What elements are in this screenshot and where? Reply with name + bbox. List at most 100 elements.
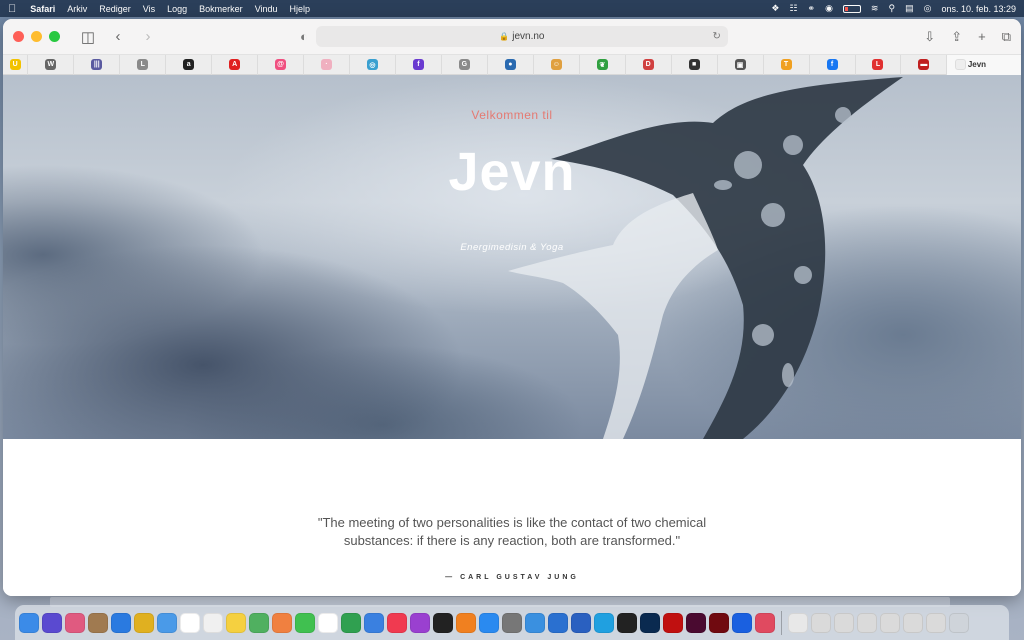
- reminders-icon[interactable]: [203, 612, 223, 633]
- menu-logg[interactable]: Logg: [167, 4, 187, 14]
- favorite-square[interactable]: ■: [672, 54, 718, 75]
- search-icon[interactable]: ⚲: [888, 3, 895, 14]
- tab-overview-icon[interactable]: ⧉: [1002, 29, 1011, 45]
- appstore-icon[interactable]: [479, 612, 499, 633]
- favorite-dhl[interactable]: D: [626, 54, 672, 75]
- favorite-u[interactable]: U: [3, 54, 29, 75]
- active-tab[interactable]: Jevn: [947, 54, 1021, 75]
- favorite-red-square[interactable]: ▬: [901, 54, 948, 75]
- favorite-pink[interactable]: ·: [304, 54, 351, 75]
- maps-icon[interactable]: [249, 612, 269, 633]
- trash-icon[interactable]: [949, 612, 969, 633]
- airdrop-menu-icon[interactable]: ◉: [825, 3, 833, 14]
- wifi-icon[interactable]: ≋: [871, 3, 879, 14]
- favorite-l[interactable]: L: [120, 54, 167, 75]
- mail-icon[interactable]: [157, 612, 177, 633]
- indesign-icon[interactable]: [686, 612, 706, 633]
- siri-icon[interactable]: [42, 612, 62, 633]
- favorite-face[interactable]: ☺: [534, 54, 580, 75]
- favorite-globe[interactable]: ●: [488, 54, 534, 75]
- favorite-f[interactable]: f: [396, 54, 442, 75]
- menu-clock[interactable]: ons. 10. feb. 13:29: [941, 4, 1016, 14]
- favorite-wordpress[interactable]: W: [28, 54, 75, 75]
- favorite-bars[interactable]: |||: [74, 54, 121, 75]
- calendar-icon[interactable]: [180, 612, 200, 633]
- notes-icon[interactable]: [226, 612, 246, 633]
- t-icon: T: [780, 59, 792, 70]
- window-2-icon[interactable]: [834, 612, 854, 633]
- archive-icon[interactable]: [88, 612, 108, 633]
- keynote-icon[interactable]: [364, 612, 384, 633]
- forward-button[interactable]: ›: [140, 28, 156, 45]
- books-icon[interactable]: [456, 612, 476, 633]
- network-icon[interactable]: [525, 612, 545, 633]
- favorite-t[interactable]: T: [764, 54, 810, 75]
- favorite-photo[interactable]: ▣: [718, 54, 764, 75]
- back-button[interactable]: ‹: [110, 28, 126, 45]
- flash-icon[interactable]: [709, 612, 729, 633]
- photoshop-icon[interactable]: [640, 612, 660, 633]
- creative-cloud-menu-icon[interactable]: ⚭: [808, 3, 816, 14]
- apple-menu-icon[interactable]: : [8, 3, 16, 15]
- window-1-icon[interactable]: [811, 612, 831, 633]
- numbers-icon[interactable]: [341, 612, 361, 633]
- terminal-icon[interactable]: [617, 612, 637, 633]
- doc-icon[interactable]: [788, 612, 808, 633]
- tv-icon[interactable]: [433, 612, 453, 633]
- screen-add-icon[interactable]: [548, 612, 568, 633]
- favorite-amazon[interactable]: a: [166, 54, 213, 75]
- music-icon[interactable]: [387, 612, 407, 633]
- podcasts-icon[interactable]: [410, 612, 430, 633]
- creative-cloud-icon[interactable]: [755, 612, 775, 633]
- siri-menu-icon[interactable]: ◎: [924, 3, 932, 14]
- screen-share-icon[interactable]: [571, 612, 591, 633]
- window-6-icon[interactable]: [926, 612, 946, 633]
- dropbox-icon[interactable]: [732, 612, 752, 633]
- maximize-window-button[interactable]: [49, 31, 60, 42]
- launchpad-icon[interactable]: [65, 612, 85, 633]
- settings-icon[interactable]: [502, 612, 522, 633]
- finder-icon[interactable]: [19, 612, 39, 633]
- menu-vindu[interactable]: Vindu: [255, 4, 278, 14]
- photos-icon[interactable]: [272, 612, 292, 633]
- sidebar-toggle-icon[interactable]: ◫: [80, 28, 96, 46]
- window-3-icon[interactable]: [857, 612, 877, 633]
- favorite-facebook[interactable]: f: [810, 54, 856, 75]
- address-bar[interactable]: 🔒 jevn.no ↻: [315, 26, 728, 47]
- favorite-l-red[interactable]: L: [856, 54, 902, 75]
- chrome-icon[interactable]: [134, 612, 154, 633]
- skype-icon[interactable]: [594, 612, 614, 633]
- menu-bokmerker[interactable]: Bokmerker: [199, 4, 243, 14]
- menu-vis[interactable]: Vis: [143, 4, 155, 14]
- reload-button[interactable]: ↻: [712, 31, 720, 42]
- dropbox-menu-icon[interactable]: ❖: [771, 3, 779, 14]
- app-menu-icon[interactable]: ☷: [789, 3, 797, 14]
- share-icon[interactable]: ⇪: [951, 29, 962, 45]
- minimize-window-button[interactable]: [31, 31, 42, 42]
- menu-hjelp[interactable]: Hjelp: [290, 4, 311, 14]
- messages-icon[interactable]: [295, 612, 315, 633]
- privacy-shield-icon[interactable]: ◐: [300, 29, 308, 44]
- window-4-icon[interactable]: [880, 612, 900, 633]
- safari-icon[interactable]: [111, 612, 131, 633]
- close-window-button[interactable]: [13, 31, 24, 42]
- freeform-icon[interactable]: [318, 612, 338, 633]
- menu-rediger[interactable]: Rediger: [99, 4, 131, 14]
- control-center-icon[interactable]: ▤: [905, 3, 914, 14]
- acrobat-icon[interactable]: [663, 612, 683, 633]
- downloads-icon[interactable]: ⇩: [924, 29, 935, 45]
- tab-favicon-icon: [955, 59, 967, 70]
- battery-icon[interactable]: [842, 4, 861, 13]
- new-tab-icon[interactable]: +: [978, 29, 986, 45]
- menu-arkiv[interactable]: Arkiv: [67, 4, 87, 14]
- quote-text: "The meeting of two personalities is lik…: [3, 514, 1021, 550]
- favorite-compass[interactable]: ◎: [350, 54, 396, 75]
- window-5-icon[interactable]: [903, 612, 923, 633]
- favorite-g[interactable]: G: [442, 54, 488, 75]
- favorite-spiral[interactable]: @: [258, 54, 305, 75]
- lock-icon: 🔒: [499, 32, 510, 41]
- menu-bar:  Safari Arkiv Rediger Vis Logg Bokmerke…: [0, 0, 1024, 17]
- favorite-adobe[interactable]: A: [212, 54, 259, 75]
- favorite-leaf[interactable]: ❦: [580, 54, 626, 75]
- menu-safari[interactable]: Safari: [30, 4, 55, 14]
